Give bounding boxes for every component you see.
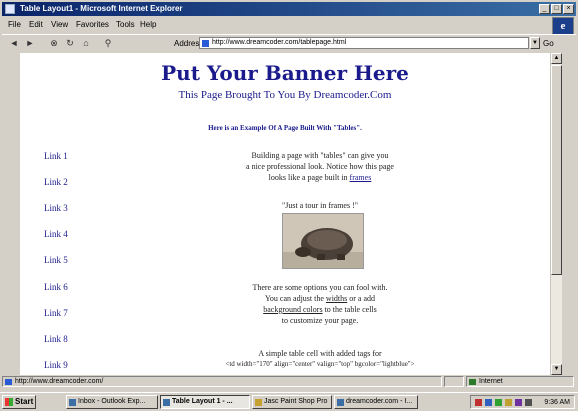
widths-link[interactable]: widths [326, 294, 347, 303]
stop-icon[interactable]: ⊗ [48, 38, 60, 49]
address-dropdown-button[interactable]: ▼ [530, 37, 540, 49]
refresh-icon[interactable]: ↻ [64, 38, 76, 49]
window-title: Table Layout1 - Microsoft Internet Explo… [20, 4, 183, 13]
menu-favorites[interactable]: Favorites [76, 20, 109, 29]
frames-link[interactable]: frames [350, 173, 372, 182]
task-label: dreamcoder.com - I... [346, 398, 413, 405]
tray-icon-4[interactable] [505, 399, 512, 406]
task-label: Table Layout 1 - ... [172, 398, 233, 405]
tray-icon-5[interactable] [515, 399, 522, 406]
caption-buttons: _ □ × [539, 4, 574, 14]
forward-icon[interactable]: ► [24, 38, 36, 49]
options-line-2-prefix: You can adjust the [264, 294, 326, 303]
menu-help[interactable]: Help [140, 20, 156, 29]
back-icon[interactable]: ◄ [8, 38, 20, 49]
task-label: Jasc Paint Shop Pro [264, 398, 328, 405]
page-banner: Put Your Banner Here [161, 61, 409, 85]
close-button[interactable]: × [563, 4, 574, 14]
minimize-button[interactable]: _ [539, 4, 550, 14]
nav-link-8[interactable]: Link 8 [44, 334, 68, 344]
status-bar: http://www.dreamcoder.com/ Internet [2, 376, 576, 388]
options-line-3: background colors to the table cells [170, 304, 470, 315]
options-line-2: You can adjust the widths or a add [170, 293, 470, 304]
scroll-down-button[interactable]: ▼ [551, 364, 562, 375]
page-subtitle: This Page Brought To You By Dreamcoder.C… [178, 89, 392, 101]
globe-icon [469, 379, 476, 385]
start-label: Start [15, 397, 34, 406]
menu-tools[interactable]: Tools [116, 20, 135, 29]
nav-link-2[interactable]: Link 2 [44, 177, 68, 187]
options-line-1: There are some options you can fool with… [252, 283, 388, 292]
title-bar[interactable]: Table Layout1 - Microsoft Internet Explo… [2, 2, 576, 16]
taskbar: Start Inbox - Outlook Exp... Table Layou… [0, 392, 578, 411]
home-icon[interactable]: ⌂ [80, 38, 92, 49]
background-colors-link[interactable]: background colors [263, 305, 322, 314]
task-paint-shop-pro[interactable]: Jasc Paint Shop Pro [252, 395, 332, 409]
left-frame-edge [2, 53, 20, 375]
scroll-thumb[interactable] [551, 65, 562, 275]
system-tray: 9:36 AM [470, 395, 575, 409]
ie-logo-icon: e [552, 17, 574, 35]
maximize-button[interactable]: □ [551, 4, 562, 14]
page-content: Put Your Banner Here This Page Brought T… [20, 53, 550, 375]
nav-link-5[interactable]: Link 5 [44, 255, 68, 265]
address-input[interactable]: http://www.dreamcoder.com/tablepage.html [199, 37, 529, 49]
nav-link-7[interactable]: Link 7 [44, 308, 68, 318]
outlook-icon [69, 399, 76, 406]
tray-icon-1[interactable] [475, 399, 482, 406]
options-line-2-suffix: or a add [347, 294, 376, 303]
status-url: http://www.dreamcoder.com/ [15, 378, 104, 385]
volume-icon[interactable] [525, 399, 532, 406]
photo-caption: "Just a tour in frames !" [281, 201, 359, 210]
nav-link-1[interactable]: Link 1 [44, 151, 68, 161]
status-url-cell: http://www.dreamcoder.com/ [2, 376, 442, 387]
windows-logo-icon [5, 398, 13, 406]
nav-link-6[interactable]: Link 6 [44, 282, 68, 292]
paint-shop-icon [255, 399, 262, 406]
options-line-4: to customize your page. [281, 316, 359, 325]
toolbar: ◄ ► ⊗ ↻ ⌂ ⚲ Address http://www.dreamcode… [2, 34, 576, 54]
intro-line-3-text: looks like a page built in [268, 173, 350, 182]
example-heading: Here is an Example Of A Page Built With … [208, 124, 362, 132]
intro-line-1: Building a page with "tables" can give y… [251, 151, 389, 160]
go-button[interactable]: Go [543, 39, 554, 48]
task-label: Inbox - Outlook Exp... [78, 398, 146, 405]
table-cell-line-1: A simple table cell with added tags for [258, 349, 382, 358]
ie-page-icon [5, 4, 15, 14]
menu-edit[interactable]: Edit [29, 20, 43, 29]
start-button[interactable]: Start [2, 395, 36, 409]
scroll-up-button[interactable]: ▲ [551, 53, 562, 64]
right-frame-edge [562, 53, 576, 375]
page-icon [202, 40, 209, 47]
tray-icon-3[interactable] [495, 399, 502, 406]
nav-link-9[interactable]: Link 9 [44, 360, 68, 370]
task-dreamcoder[interactable]: dreamcoder.com - I... [334, 395, 418, 409]
status-empty-cell [444, 376, 464, 387]
address-value: http://www.dreamcoder.com/tablepage.html [212, 39, 347, 46]
tortoise-photo [282, 213, 364, 269]
intro-line-3: looks like a page built in frames [170, 172, 470, 183]
clock[interactable]: 9:36 AM [544, 397, 570, 408]
intro-line-2: a nice professional look. Notice how thi… [246, 162, 394, 171]
ie-icon [337, 399, 344, 406]
tray-icon-2[interactable] [485, 399, 492, 406]
options-line-3-suffix: to the table cells [322, 305, 377, 314]
menu-view[interactable]: View [51, 20, 68, 29]
page-loading-icon [5, 379, 12, 385]
nav-link-3[interactable]: Link 3 [44, 203, 68, 213]
table-cell-code: <td width="170" align="center" valign="t… [225, 360, 415, 368]
status-zone: Internet [479, 378, 503, 385]
ie-icon [163, 399, 170, 406]
menu-file[interactable]: File [8, 20, 21, 29]
task-outlook-express[interactable]: Inbox - Outlook Exp... [66, 395, 158, 409]
vertical-scrollbar[interactable]: ▲ ▼ [550, 53, 562, 375]
nav-link-4[interactable]: Link 4 [44, 229, 68, 239]
tortoise-image [283, 214, 363, 268]
browser-window: Table Layout1 - Microsoft Internet Explo… [0, 0, 578, 392]
menu-bar: File Edit View Favorites Tools Help [2, 17, 576, 32]
status-zone-cell: Internet [466, 376, 574, 387]
search-icon[interactable]: ⚲ [102, 38, 114, 49]
task-table-layout[interactable]: Table Layout 1 - ... [160, 395, 250, 409]
